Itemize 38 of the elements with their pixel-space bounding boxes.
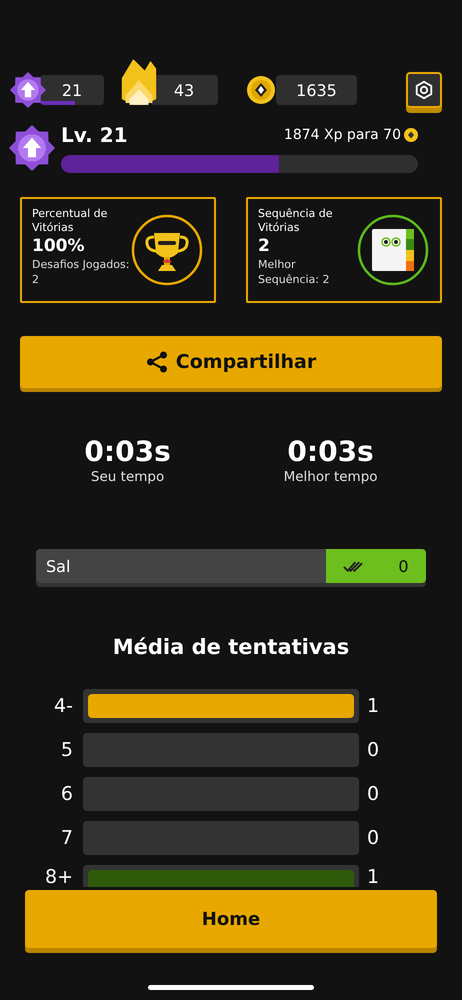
attempt-label: 8+ — [44, 865, 74, 887]
attempt-count: 1 — [367, 695, 380, 717]
card-note: Desafios Jogados: 2 — [32, 257, 130, 287]
card-title: Sequência de Vitórias — [258, 207, 334, 235]
time-value: 0:03s — [84, 435, 171, 469]
time-label: Seu tempo — [90, 469, 164, 485]
level-title: Lv. 21 — [61, 123, 128, 147]
coin-counter: 1635 — [276, 75, 357, 105]
correct-count: 0 — [398, 556, 409, 576]
share-button[interactable]: Compartilhar — [20, 336, 442, 388]
card-value: 100% — [32, 235, 86, 257]
card-note: Melhor Sequência: 2 — [258, 257, 330, 287]
coin-icon — [404, 128, 418, 142]
level-counter: 21 — [40, 75, 104, 105]
trophy-icon — [130, 213, 204, 287]
card-title: Percentual de Vitórias — [32, 207, 108, 235]
attempt-label: 5 — [60, 739, 74, 761]
time-value: 0:03s — [287, 435, 374, 469]
notebook-icon — [356, 213, 430, 287]
section-title: Média de tentativas — [112, 635, 350, 659]
coin-icon — [246, 75, 276, 105]
settings-icon — [414, 79, 434, 101]
home-button[interactable]: Home — [25, 890, 437, 948]
attempt-count: 0 — [367, 827, 380, 849]
time-label: Melhor tempo — [284, 469, 378, 485]
attempt-label: 4- — [53, 695, 74, 717]
card-value: 2 — [258, 235, 271, 257]
attempt-label: 7 — [60, 827, 74, 849]
word-label: Sal — [36, 549, 326, 583]
level-badge-icon — [9, 125, 55, 171]
streak-counter: 43 — [150, 75, 218, 105]
attempt-count: 0 — [367, 739, 380, 761]
attempt-count: 0 — [367, 783, 380, 805]
attempt-label: 6 — [60, 783, 74, 805]
xp-text: 1874 Xp para 70 — [284, 127, 401, 143]
double-check-icon — [343, 559, 364, 573]
attempt-count: 1 — [367, 865, 380, 887]
share-icon — [146, 351, 168, 373]
